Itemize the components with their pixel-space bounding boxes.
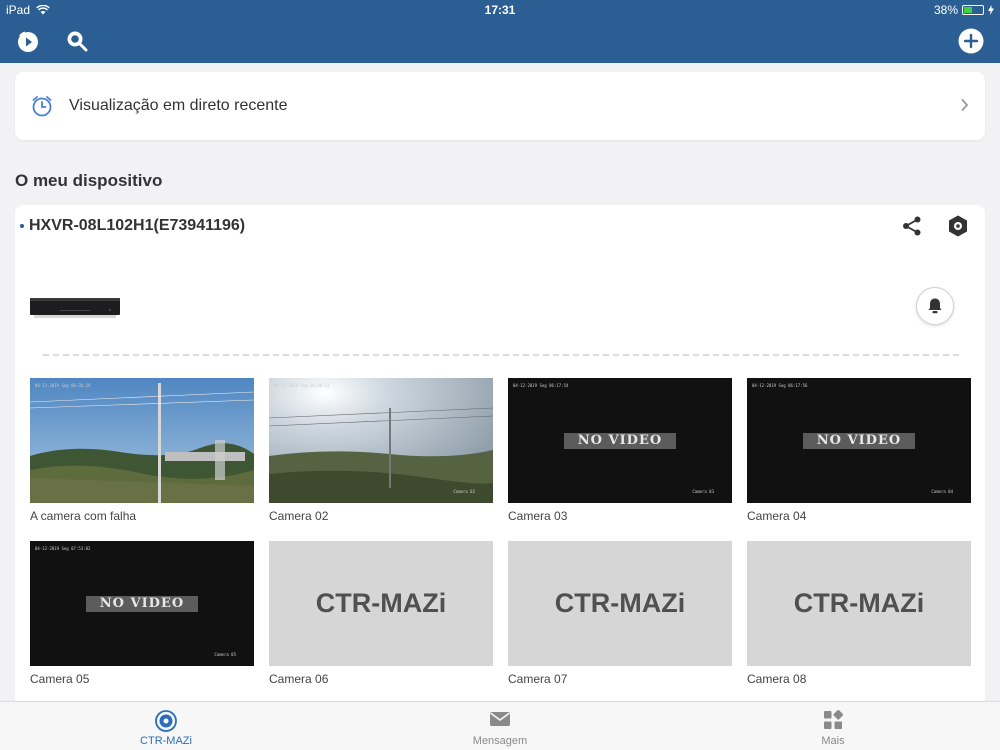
divider [43, 354, 959, 356]
recent-live-view-row[interactable]: Visualização em direto recente [15, 72, 985, 140]
tab-bar: CTR-MAZi Mensagem Mais [0, 701, 1000, 750]
camera-name: Camera 08 [747, 672, 807, 686]
camera-tile[interactable]: CTR-MAZi Camera 06 [269, 541, 493, 686]
camera-name: Camera 02 [269, 509, 329, 523]
device-header[interactable]: HXVR-08L102H1(E73941196) [20, 217, 245, 235]
camera-thumbnail: CTR-MAZi [508, 541, 732, 666]
camera-thumbnail: 04-12-2019 Seg 06:17:56 NO VIDEO Camera … [747, 378, 971, 503]
camera-name: Camera 05 [30, 672, 90, 686]
tab-mais[interactable]: Mais [773, 702, 893, 750]
dvr-device-image [30, 298, 120, 318]
camera-tile[interactable]: 04-12-2019 Seg 06:17:54 NO VIDEO Camera … [508, 378, 732, 523]
camera-name: Camera 06 [269, 672, 329, 686]
search-icon[interactable] [65, 29, 89, 53]
camera-thumbnail: 04-12-2019 Seg 06:36:29 [30, 378, 254, 503]
brand-placeholder: CTR-MAZi [315, 588, 447, 618]
no-video-overlay: NO VIDEO [803, 433, 915, 449]
device-settings-icon[interactable] [946, 214, 970, 243]
camera-tile[interactable]: 04-12-2019 Seg 06:17:56 NO VIDEO Camera … [747, 378, 971, 523]
envelope-icon [440, 710, 560, 728]
camera-tile[interactable]: 04-12-2019 Seg 06:36:29 A camera com fal… [30, 378, 254, 523]
tab-mensagem[interactable]: Mensagem [440, 702, 560, 750]
camera-tile[interactable]: CTR-MAZi Camera 08 [747, 541, 971, 686]
playback-icon[interactable] [16, 29, 40, 53]
camera-name: Camera 07 [508, 672, 568, 686]
camera-thumbnail: 04-12-2019 Seg 07:53:02 NO VIDEO Camera … [30, 541, 254, 666]
add-device-button[interactable] [958, 28, 984, 54]
camera-tile[interactable]: 04-12-2019 Seg 07:53:02 NO VIDEO Camera … [30, 541, 254, 686]
live-camera-icon [106, 710, 226, 732]
chevron-right-icon [961, 98, 969, 117]
alarm-clock-icon [31, 95, 53, 122]
tab-label: Mais [821, 735, 845, 747]
tab-ctr-mazi[interactable]: CTR-MAZi [106, 702, 226, 750]
camera-name: A camera com falha [30, 509, 137, 523]
no-video-overlay: NO VIDEO [86, 596, 198, 612]
camera-tile[interactable]: CTR-MAZi Camera 07 [508, 541, 732, 686]
battery-percent: 38% [933, 3, 958, 17]
share-icon[interactable] [901, 215, 923, 242]
alarm-notification-button[interactable] [916, 287, 954, 325]
brand-placeholder: CTR-MAZi [554, 588, 686, 618]
camera-thumbnail: CTR-MAZi [269, 541, 493, 666]
camera-tile[interactable]: 04-12-2019 Seg 06:40:33 Camera 02 Camera… [269, 378, 493, 523]
charging-icon [988, 5, 994, 15]
nav-bar [0, 20, 1000, 63]
tab-label: CTR-MAZi [140, 735, 192, 747]
device-name: HXVR-08L102H1(E73941196) [29, 217, 246, 234]
camera-thumbnail: CTR-MAZi [747, 541, 971, 666]
tab-label: Mensagem [472, 735, 528, 747]
no-video-overlay: NO VIDEO [564, 433, 676, 449]
brand-placeholder: CTR-MAZi [793, 588, 925, 618]
recent-live-label: Visualização em direto recente [69, 97, 288, 114]
device-status-dot [20, 224, 24, 228]
camera-name: Camera 03 [508, 509, 568, 523]
battery-icon [962, 5, 984, 15]
camera-thumbnail: 04-12-2019 Seg 06:40:33 Camera 02 [269, 378, 493, 503]
bell-icon [928, 298, 942, 314]
plus-icon [958, 28, 984, 54]
status-time: 17:31 [484, 3, 516, 17]
grid-icon [773, 710, 893, 730]
device-card: HXVR-08L102H1(E73941196) 04-12-2019 Seg … [15, 205, 985, 705]
camera-name: Camera 04 [747, 509, 807, 523]
camera-thumbnail: 04-12-2019 Seg 06:17:54 NO VIDEO Camera … [508, 378, 732, 503]
my-devices-title: O meu dispositivo [15, 171, 163, 190]
status-bar: iPad 17:31 38% [0, 0, 1000, 20]
